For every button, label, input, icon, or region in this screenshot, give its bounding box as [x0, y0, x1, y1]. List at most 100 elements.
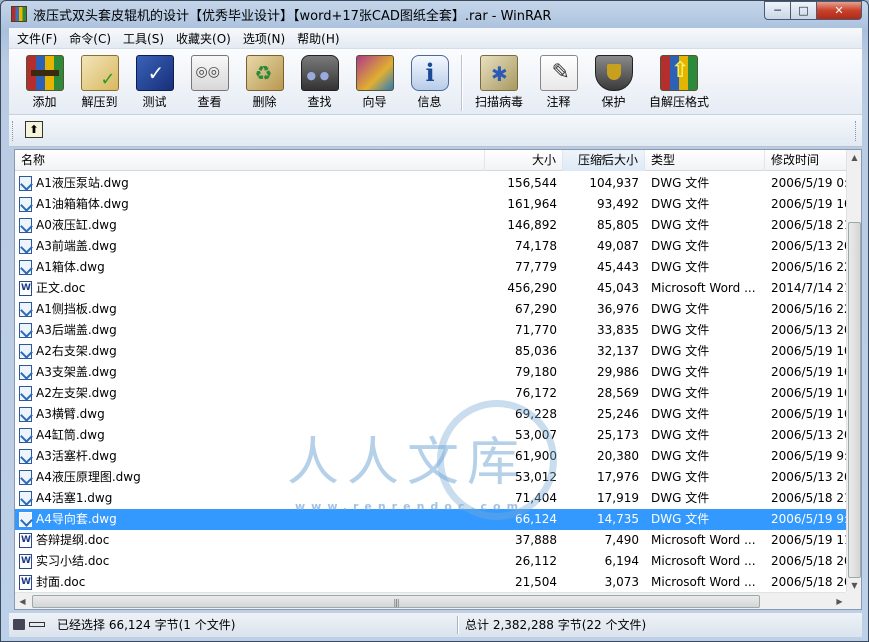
menu-file[interactable]: 文件(F) — [11, 30, 63, 47]
menu-help[interactable]: 帮助(H) — [291, 30, 345, 47]
list-item[interactable]: 实习小结.doc 26,112 6,194 Microsoft Word ... 200… — [15, 551, 847, 572]
info-button[interactable]: 信息 — [402, 49, 457, 113]
file-name-cell: A4导向套.dwg — [19, 509, 485, 530]
menu-bar: 文件(F) 命令(C) 工具(S) 收藏夹(O) 选项(N) 帮助(H) — [9, 28, 862, 48]
file-name: A3支架盖.dwg — [36, 365, 117, 379]
toolbar: 添加 解压到 测试 查看 删除 查找 向导 信息 — [9, 48, 862, 115]
file-name-cell: A2左支架.dwg — [19, 383, 485, 404]
file-name-cell: A0液压缸.dwg — [19, 215, 485, 236]
menu-favorites[interactable]: 收藏夹(O) — [170, 30, 237, 47]
list-item[interactable]: A4液压原理图.dwg 53,012 17,976 DWG 文件 2006/5/13 2… — [15, 467, 847, 488]
file-name-cell: A3后端盖.dwg — [19, 320, 485, 341]
list-item[interactable]: A4活塞1.dwg 71,404 17,919 DWG 文件 2006/5/18 21 — [15, 488, 847, 509]
list-item[interactable]: A2左支架.dwg 76,172 28,569 DWG 文件 2006/5/19 10 — [15, 383, 847, 404]
file-size: 156,544 — [507, 176, 557, 190]
horizontal-scrollbar[interactable]: ◀ ||| ▶ — [15, 592, 847, 609]
file-size: 71,404 — [515, 491, 557, 505]
file-type: DWG 文件 — [651, 218, 710, 232]
file-packed-size: 32,137 — [597, 344, 639, 358]
list-item[interactable]: A0液压缸.dwg 146,892 85,805 DWG 文件 2006/5/18 21 — [15, 215, 847, 236]
list-item[interactable]: 封面.doc 21,504 3,073 Microsoft Word ... 2006/… — [15, 572, 847, 593]
list-item[interactable]: A2右支架.dwg 85,036 32,137 DWG 文件 2006/5/19 10 — [15, 341, 847, 362]
winrar-app-icon[interactable] — [11, 6, 27, 22]
list-item[interactable]: A3支架盖.dwg 79,180 29,986 DWG 文件 2006/5/19 10 — [15, 362, 847, 383]
view-label: 查看 — [197, 95, 222, 109]
key-icon[interactable] — [29, 622, 45, 627]
file-modified: 2006/5/19 9: — [771, 449, 847, 463]
find-button[interactable]: 查找 — [292, 49, 347, 113]
dwg-file-icon — [19, 302, 32, 317]
file-modified: 2006/5/13 20 — [771, 470, 847, 484]
menu-commands[interactable]: 命令(C) — [63, 30, 117, 47]
delete-button[interactable]: 删除 — [237, 49, 292, 113]
comment-button[interactable]: 注释 — [531, 49, 586, 113]
file-size: 37,888 — [515, 533, 557, 547]
title-bar[interactable]: 液压式双头套皮辊机的设计【优秀毕业设计】【word+17张CAD图纸全套】.ra… — [1, 1, 868, 27]
scroll-down-icon[interactable]: ▼ — [847, 578, 861, 593]
list-item[interactable]: A3前端盖.dwg 74,178 49,087 DWG 文件 2006/5/13 20 — [15, 236, 847, 257]
file-name-cell: A4缸筒.dwg — [19, 425, 485, 446]
file-modified: 2006/5/19 10 — [771, 386, 847, 400]
wizard-icon — [355, 55, 394, 91]
list-item[interactable]: A1侧挡板.dwg 67,290 36,976 DWG 文件 2006/5/16 22 — [15, 299, 847, 320]
add-button[interactable]: 添加 — [17, 49, 72, 113]
dwg-file-icon — [19, 197, 32, 212]
extract-to-button[interactable]: 解压到 — [72, 49, 127, 113]
list-item[interactable]: A3横臂.dwg 69,228 25,246 DWG 文件 2006/5/19 10 — [15, 404, 847, 425]
protect-button[interactable]: 保护 — [586, 49, 641, 113]
column-header-size[interactable]: 大小 — [485, 150, 563, 171]
menu-tools[interactable]: 工具(S) — [117, 30, 170, 47]
file-modified: 2006/5/18 21 — [771, 218, 847, 232]
column-header-packed[interactable]: ▲ 压缩后大小 — [563, 150, 645, 171]
file-name-cell: A4液压原理图.dwg — [19, 467, 485, 488]
vertical-scroll-thumb[interactable] — [848, 222, 861, 578]
file-type: Microsoft Word ... — [651, 533, 756, 547]
horizontal-scroll-thumb[interactable]: ||| — [32, 595, 760, 608]
column-header-name[interactable]: 名称 — [15, 150, 485, 171]
list-item[interactable]: A3后端盖.dwg 71,770 33,835 DWG 文件 2006/5/13 20 — [15, 320, 847, 341]
column-header-type[interactable]: 类型 — [645, 150, 765, 171]
toolbar-grip-right[interactable] — [855, 121, 858, 141]
column-header-modified[interactable]: 修改时间 — [765, 150, 847, 171]
close-button[interactable]: ✕ — [817, 1, 862, 20]
wizard-button[interactable]: 向导 — [347, 49, 402, 113]
scroll-up-icon[interactable]: ▲ — [847, 150, 861, 165]
test-button[interactable]: 测试 — [127, 49, 182, 113]
list-item[interactable]: A3活塞杆.dwg 61,900 20,380 DWG 文件 2006/5/19 9: — [15, 446, 847, 467]
file-size: 79,180 — [515, 365, 557, 379]
list-item[interactable]: 答辩提纲.doc 37,888 7,490 Microsoft Word ... 200… — [15, 530, 847, 551]
file-modified: 2006/5/19 0: — [771, 176, 847, 190]
toolbar-grip[interactable] — [12, 121, 15, 141]
view-button[interactable]: 查看 — [182, 49, 237, 113]
file-name: 正文.doc — [36, 281, 86, 295]
sfx-button[interactable]: 自解压格式 — [641, 49, 717, 113]
maximize-button[interactable]: □ — [791, 1, 817, 20]
list-item[interactable]: A4缸筒.dwg 53,007 25,173 DWG 文件 2006/5/13 20 — [15, 425, 847, 446]
file-name: 实习小结.doc — [36, 554, 110, 568]
minimize-button[interactable]: ─ — [764, 1, 791, 20]
file-packed-size: 29,986 — [597, 365, 639, 379]
file-modified: 2006/5/13 20 — [771, 323, 847, 337]
file-type: DWG 文件 — [651, 344, 710, 358]
file-size: 146,892 — [507, 218, 557, 232]
file-name: 封面.doc — [36, 575, 86, 589]
view-icon — [190, 55, 229, 91]
file-type: Microsoft Word ... — [651, 281, 756, 295]
list-item[interactable]: 正文.doc 456,290 45,043 Microsoft Word ... 201… — [15, 278, 847, 299]
up-folder-button[interactable]: ⬆ — [25, 121, 43, 138]
window-controls: ─ □ ✕ — [764, 1, 862, 20]
scroll-left-icon[interactable]: ◀ — [15, 593, 30, 609]
list-item[interactable]: A4导向套.dwg 66,124 14,735 DWG 文件 2006/5/19 9: — [15, 509, 847, 530]
menu-options[interactable]: 选项(N) — [237, 30, 291, 47]
file-type: DWG 文件 — [651, 302, 710, 316]
list-item[interactable]: A1液压泵站.dwg 156,544 104,937 DWG 文件 2006/5/19 … — [15, 173, 847, 194]
virus-scan-button[interactable]: 扫描病毒 — [467, 49, 531, 113]
dwg-file-icon — [19, 323, 32, 338]
vertical-scrollbar[interactable]: ▲ ▼ — [846, 150, 861, 593]
status-selection: 已经选择 66,124 字节(1 个文件) — [57, 618, 236, 632]
list-item[interactable]: A1箱体.dwg 77,779 45,443 DWG 文件 2006/5/16 22 — [15, 257, 847, 278]
file-name: A4缸筒.dwg — [36, 428, 105, 442]
disk-icon[interactable] — [13, 619, 25, 630]
sort-arrow-icon: ▲ — [600, 153, 607, 161]
list-item[interactable]: A1油箱箱体.dwg 161,964 93,492 DWG 文件 2006/5/19 1… — [15, 194, 847, 215]
